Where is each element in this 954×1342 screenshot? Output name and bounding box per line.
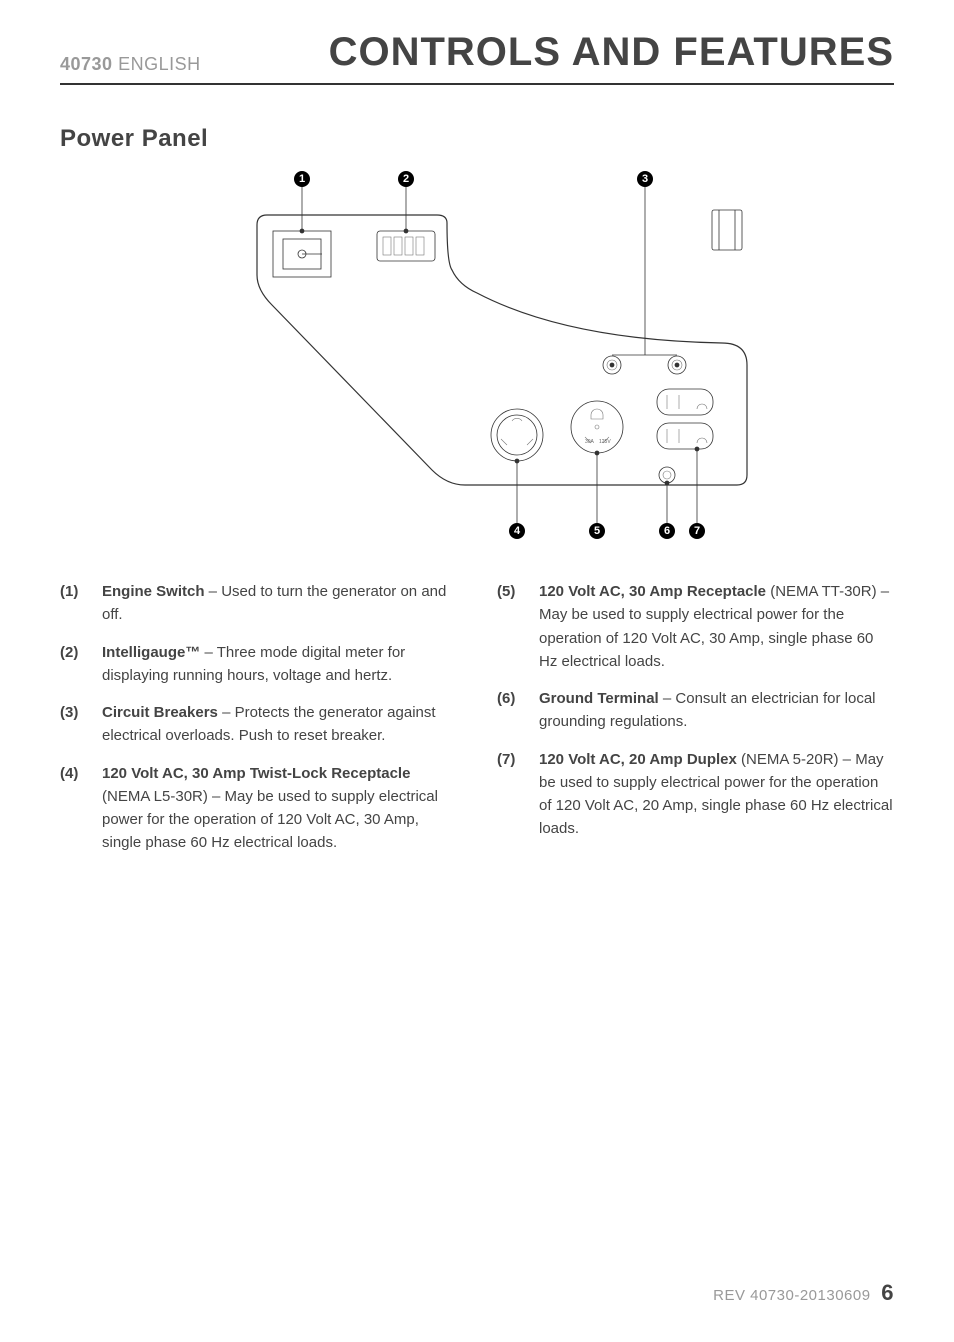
item-text: Engine Switch – Used to turn the generat… <box>102 580 457 627</box>
item-number: (1) <box>60 580 88 627</box>
item-text: Circuit Breakers – Protects the generato… <box>102 701 457 748</box>
leader-lines <box>300 185 699 525</box>
callout-3: 3 <box>637 171 653 187</box>
receptacle-volt-label: 125V <box>599 439 611 445</box>
list-item: (4) 120 Volt AC, 30 Amp Twist-Lock Recept… <box>60 762 457 855</box>
list-item: (1) Engine Switch – Used to turn the gene… <box>60 580 457 627</box>
receptacle-amp-label: 30A <box>585 439 595 445</box>
description-columns: (1) Engine Switch – Used to turn the gene… <box>60 580 894 869</box>
item-text: 120 Volt AC, 30 Amp Twist-Lock Receptacl… <box>102 762 457 855</box>
list-item: (3) Circuit Breakers – Protects the gener… <box>60 701 457 748</box>
list-item: (7) 120 Volt AC, 20 Amp Duplex (NEMA 5-20… <box>497 748 894 841</box>
svg-text:4: 4 <box>514 525 521 537</box>
item-text: Intelligauge™ – Three mode digital meter… <box>102 641 457 688</box>
panel-svg: 30A 125V <box>167 165 787 545</box>
intelligauge-icon <box>377 231 435 261</box>
item-text: 120 Volt AC, 20 Amp Duplex (NEMA 5-20R) … <box>539 748 894 841</box>
twist-lock-receptacle-icon <box>491 409 543 461</box>
right-column: (5) 120 Volt AC, 30 Amp Receptacle (NEMA … <box>497 580 894 869</box>
doc-number: 40730 <box>60 54 113 74</box>
footer-rev: REV 40730-20130609 <box>713 1287 870 1304</box>
svg-text:1: 1 <box>299 173 305 185</box>
footer-page-number: 6 <box>881 1280 894 1305</box>
item-text: Ground Terminal – Consult an electrician… <box>539 687 894 734</box>
circuit-breakers-icon <box>603 356 686 374</box>
callout-2: 2 <box>398 171 414 187</box>
doc-code: 40730 ENGLISH <box>60 54 201 75</box>
callout-6: 6 <box>659 523 675 539</box>
page-title: CONTROLS AND FEATURES <box>329 30 894 75</box>
list-item: (2) Intelligauge™ – Three mode digital me… <box>60 641 457 688</box>
svg-text:5: 5 <box>594 525 600 537</box>
svg-text:3: 3 <box>642 173 648 185</box>
left-column: (1) Engine Switch – Used to turn the gene… <box>60 580 457 869</box>
engine-switch-icon <box>273 231 331 277</box>
document-page: 40730 ENGLISH CONTROLS AND FEATURES Powe… <box>0 0 954 1342</box>
svg-text:7: 7 <box>694 525 700 537</box>
subheading-power-panel: Power Panel <box>60 125 894 153</box>
item-number: (6) <box>497 687 525 734</box>
callout-5: 5 <box>589 523 605 539</box>
list-item: (5) 120 Volt AC, 30 Amp Receptacle (NEMA … <box>497 580 894 673</box>
callout-1: 1 <box>294 171 310 187</box>
item-number: (5) <box>497 580 525 673</box>
tt30r-receptacle-icon: 30A 125V <box>571 401 623 453</box>
duplex-receptacle-icon <box>657 389 713 449</box>
list-item: (6) Ground Terminal – Consult an electric… <box>497 687 894 734</box>
doc-language: ENGLISH <box>118 54 201 74</box>
callout-4: 4 <box>509 523 525 539</box>
item-number: (3) <box>60 701 88 748</box>
item-text: 120 Volt AC, 30 Amp Receptacle (NEMA TT-… <box>539 580 894 673</box>
panel-outline <box>257 215 747 485</box>
item-number: (7) <box>497 748 525 841</box>
power-panel-diagram: 30A 125V <box>60 165 894 550</box>
panel-handle-icon <box>712 210 742 250</box>
page-footer: REV 40730-20130609 6 <box>713 1280 894 1306</box>
svg-text:2: 2 <box>403 173 409 185</box>
item-number: (2) <box>60 641 88 688</box>
item-number: (4) <box>60 762 88 855</box>
callout-7: 7 <box>689 523 705 539</box>
svg-text:6: 6 <box>664 525 670 537</box>
page-header: 40730 ENGLISH CONTROLS AND FEATURES <box>60 30 894 85</box>
